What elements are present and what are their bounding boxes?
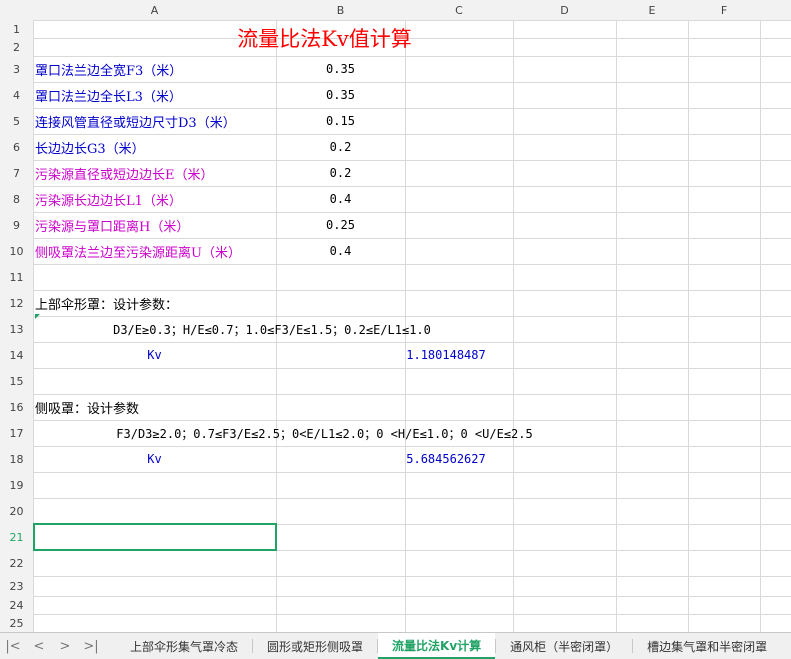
sheet-tab-fume-cupboard[interactable]: 通风柜（半密闭罩） (496, 633, 632, 659)
param-value-g3[interactable]: 0.2 (276, 134, 405, 160)
row-header-7[interactable]: 7 (0, 160, 33, 186)
column-header-c[interactable]: C (405, 0, 513, 20)
row-header-12[interactable]: 12 (0, 290, 33, 316)
param-value-l1[interactable]: 0.4 (276, 186, 405, 212)
row-header-4[interactable]: 4 (0, 82, 33, 108)
row-header-15[interactable]: 15 (0, 368, 33, 394)
row-header-24[interactable]: 24 (0, 596, 33, 614)
column-header-a[interactable]: A (33, 0, 276, 20)
row-header-3[interactable]: 3 (0, 56, 33, 82)
gridline-row-10 (0, 264, 791, 265)
umbrella-condition[interactable]: D3/E≥0.3；H/E≤0.7；1.0≤F3/E≤1.5；0.2≤E/L1≤1… (33, 316, 511, 342)
sheet-tab-side-hood[interactable]: 圆形或矩形侧吸罩 (253, 633, 377, 659)
row-header-16[interactable]: 16 (0, 394, 33, 420)
sheet-tab-slot-hood[interactable]: 槽边集气罩和半密闭罩 (633, 633, 781, 659)
row-header-18[interactable]: 18 (0, 446, 33, 472)
row-header-14[interactable]: 14 (0, 342, 33, 368)
sheet-tab-bar: |< < > >| 上部伞形集气罩冷态 圆形或矩形侧吸罩 流量比法Kv计算 通风… (0, 632, 791, 659)
column-header-f[interactable]: F (688, 0, 760, 20)
row-header-10[interactable]: 10 (0, 238, 33, 264)
gridline-row-19 (0, 498, 791, 499)
row-header-25[interactable]: 25 (0, 614, 33, 632)
umbrella-heading[interactable]: 上部伞形罩：设计参数： (35, 290, 178, 316)
sheet-tab-umbrella-cold[interactable]: 上部伞形集气罩冷态 (116, 633, 252, 659)
row-header-9[interactable]: 9 (0, 212, 33, 238)
row-header-17[interactable]: 17 (0, 420, 33, 446)
gridline-row-14 (0, 368, 791, 369)
gridline-col-4 (616, 0, 617, 632)
param-label-h[interactable]: 污染源与罩口距离H（米） (35, 212, 189, 238)
param-label-l1[interactable]: 污染源长边边长L1（米） (35, 186, 182, 212)
row-header-1[interactable]: 1 (0, 20, 33, 38)
gridline-col-5 (688, 0, 689, 632)
side-condition[interactable]: F3/D3≥2.0；0.7≤F3/E≤2.5；0<E/L1≤2.0；0 <H/E… (33, 420, 616, 446)
row-header-8[interactable]: 8 (0, 186, 33, 212)
param-value-d3[interactable]: 0.15 (276, 108, 405, 134)
umbrella-kv-label[interactable]: Kv (33, 342, 276, 368)
gridline-row-22 (0, 576, 791, 577)
side-kv-label[interactable]: Kv (33, 446, 276, 472)
gridline-row-24 (0, 614, 791, 615)
column-header-e[interactable]: E (616, 0, 688, 20)
row-header-13[interactable]: 13 (0, 316, 33, 342)
spreadsheet-grid: A B C D E F 1 2 3 4 5 6 7 8 9 10 11 12 1… (0, 0, 791, 658)
row-header-20[interactable]: 20 (0, 498, 33, 524)
umbrella-kv-value[interactable]: 1.180148487 (276, 342, 616, 368)
param-label-d3[interactable]: 连接风管直径或短边尺寸D3（米） (35, 108, 236, 134)
param-label-f3[interactable]: 罩口法兰边全宽F3（米） (35, 56, 182, 82)
row-header-23[interactable]: 23 (0, 576, 33, 596)
gridline-row-18 (0, 472, 791, 473)
row-header-6[interactable]: 6 (0, 134, 33, 160)
param-value-h[interactable]: 0.25 (276, 212, 405, 238)
row-header-11[interactable]: 11 (0, 264, 33, 290)
sheet-title[interactable]: 流量比法Kv值计算 (33, 20, 616, 56)
selected-cell-a21[interactable] (33, 523, 277, 551)
gridline-col-3 (513, 0, 514, 632)
param-label-u[interactable]: 侧吸罩法兰边至污染源距离U（米） (35, 238, 241, 264)
row-header-19[interactable]: 19 (0, 472, 33, 498)
param-value-u[interactable]: 0.4 (276, 238, 405, 264)
first-sheet-button[interactable]: |< (0, 633, 26, 659)
prev-sheet-button[interactable]: < (26, 633, 52, 659)
param-value-l3[interactable]: 0.35 (276, 82, 405, 108)
side-heading[interactable]: 侧吸罩：设计参数 (35, 394, 139, 420)
row-header-22[interactable]: 22 (0, 550, 33, 576)
column-header-b[interactable]: B (276, 0, 405, 20)
row-header-2[interactable]: 2 (0, 38, 33, 56)
next-sheet-button[interactable]: > (52, 633, 78, 659)
param-label-e[interactable]: 污染源直径或短边边长E（米） (35, 160, 214, 186)
param-value-f3[interactable]: 0.35 (276, 56, 405, 82)
param-label-g3[interactable]: 长边边长G3（米） (35, 134, 145, 160)
param-label-l3[interactable]: 罩口法兰边全长L3（米） (35, 82, 182, 108)
column-header-d[interactable]: D (513, 0, 616, 20)
row-header-21-active[interactable]: 21 (0, 524, 33, 550)
sheet-tab-kv-calc[interactable]: 流量比法Kv计算 (378, 633, 496, 659)
row-header-5[interactable]: 5 (0, 108, 33, 134)
side-kv-value[interactable]: 5.684562627 (276, 446, 616, 472)
gridline-col-6 (760, 0, 761, 632)
gridline-row-23 (0, 596, 791, 597)
param-value-e[interactable]: 0.2 (276, 160, 405, 186)
last-sheet-button[interactable]: >| (78, 633, 104, 659)
